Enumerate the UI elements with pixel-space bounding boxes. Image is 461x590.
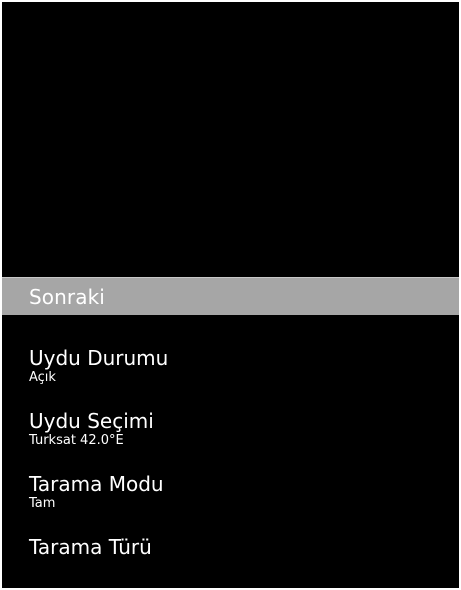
setting-value: Turksat 42.0°E <box>29 433 124 448</box>
next-button-label: Sonraki <box>29 284 105 309</box>
satellite-settings-menu: Sonraki Uydu Durumu Açık Uydu Seçimi Tur… <box>2 277 459 588</box>
setting-value: Açık <box>29 370 56 385</box>
setting-label: Uydu Durumu <box>29 346 169 370</box>
setting-label: Tarama Modu <box>29 472 164 496</box>
setting-satellite-selection[interactable]: Uydu Seçimi Turksat 42.0°E <box>2 405 459 468</box>
tv-screen: Sonraki Uydu Durumu Açık Uydu Seçimi Tur… <box>2 2 459 588</box>
setting-value: Tam <box>29 496 56 511</box>
setting-label: Uydu Seçimi <box>29 409 154 433</box>
setting-satellite-status[interactable]: Uydu Durumu Açık <box>2 342 459 405</box>
next-button[interactable]: Sonraki <box>2 277 459 315</box>
setting-label: Tarama Türü <box>29 535 152 559</box>
setting-scan-mode[interactable]: Tarama Modu Tam <box>2 468 459 531</box>
menu-spacer <box>2 315 459 342</box>
setting-scan-type[interactable]: Tarama Türü <box>2 531 459 588</box>
